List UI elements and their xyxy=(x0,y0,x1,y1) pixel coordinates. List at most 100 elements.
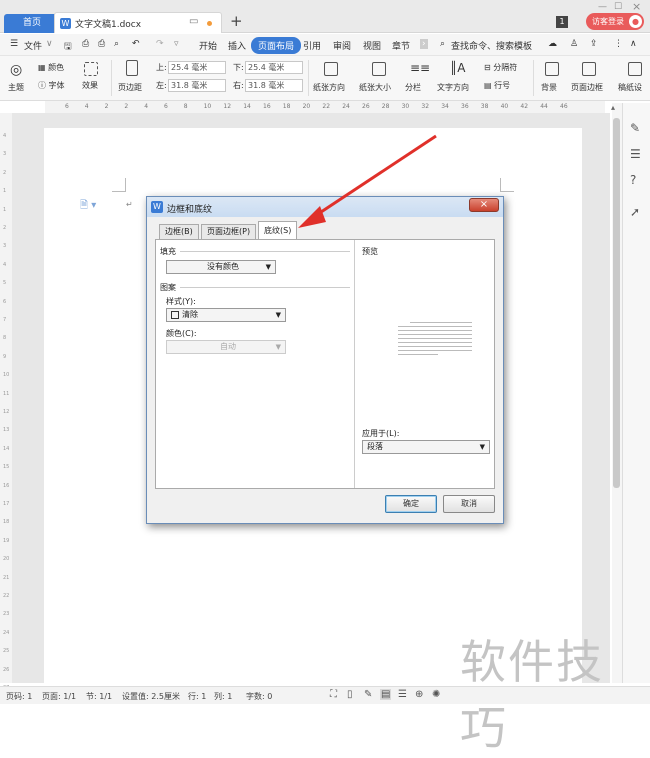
pen-icon[interactable]: ✎ xyxy=(630,121,640,135)
close-window-button[interactable]: × xyxy=(632,0,641,13)
ruler-tick-label: 22 xyxy=(322,103,331,110)
line-number-label: 行号 xyxy=(494,81,511,90)
menu-review[interactable]: 审阅 xyxy=(333,39,351,52)
scroll-up-icon[interactable]: ▴ xyxy=(611,103,615,112)
print-icon[interactable]: ⎙ xyxy=(98,39,105,49)
preview-line xyxy=(398,330,472,331)
paper-setting-button[interactable]: 稿纸设 xyxy=(618,82,642,93)
search-icon[interactable]: ⌕ xyxy=(440,39,445,49)
fullscreen-icon[interactable]: ⛶ xyxy=(330,689,337,700)
style-select[interactable]: 清除 ▼ xyxy=(166,308,286,322)
effect-button[interactable]: 效果 xyxy=(82,80,98,91)
more-vertical-icon[interactable]: ⋮ xyxy=(614,39,623,49)
ruler-tick-label: 25 xyxy=(3,648,10,655)
menu-chapter[interactable]: 章节 xyxy=(392,39,410,52)
ruler-tick-label: 32 xyxy=(421,103,430,110)
cursor-select-icon[interactable]: ➚ xyxy=(630,205,640,219)
theme-button[interactable]: 主题 xyxy=(8,82,24,93)
restore-button[interactable]: ☐ xyxy=(614,2,622,12)
chevron-down-icon: ▼ xyxy=(275,343,281,351)
menu-insert[interactable]: 插入 xyxy=(228,39,246,52)
scroll-right-icon[interactable]: › xyxy=(420,39,428,49)
eye-protect-icon[interactable]: ✺ xyxy=(432,689,440,700)
horizontal-ruler[interactable]: 6 4 2 2 4 6 8 10 12 14 16 18 20 22 24 26 28 30 32 34 36 38 40 4… xyxy=(45,101,605,113)
top-margin-input[interactable]: 25.4 毫米 xyxy=(168,61,226,74)
theme-icon[interactable]: ◎ xyxy=(10,62,22,78)
menu-file[interactable]: 文件 xyxy=(24,39,42,52)
ruler-tick-label: 24 xyxy=(3,629,10,636)
ruler-tick-label: 42 xyxy=(520,103,529,110)
menu-page-layout[interactable]: 页面布局 xyxy=(251,37,302,54)
menu-start[interactable]: 开始 xyxy=(199,39,217,52)
undo-icon[interactable]: ↶ xyxy=(132,39,140,49)
minimize-button[interactable]: — xyxy=(598,2,607,12)
search-command[interactable]: 查找命令、搜索模板 xyxy=(451,39,532,52)
dialog-close-button[interactable]: × xyxy=(469,198,499,212)
tab-borders[interactable]: 边框(B) xyxy=(159,224,199,240)
right-margin-input[interactable]: 31.8 毫米 xyxy=(245,79,303,92)
color-button[interactable]: ▦ 颜色 xyxy=(38,62,64,73)
fill-color-select[interactable]: 没有颜色 ▼ xyxy=(166,260,276,274)
chevron-down-icon: ▼ xyxy=(479,443,485,451)
window-count-badge[interactable]: 1 xyxy=(556,16,568,28)
outline-view-icon[interactable]: ☰ xyxy=(398,689,407,700)
columns-button[interactable]: 分栏 xyxy=(405,82,421,93)
paper-size-button[interactable]: 纸张大小 xyxy=(359,82,391,93)
read-mode-icon[interactable]: ▯ xyxy=(347,689,353,700)
paragraph-icon[interactable]: 🗎 ▾ xyxy=(80,198,96,215)
separator-button[interactable]: ⊟ 分隔符 xyxy=(484,62,517,73)
monitor-icon[interactable]: ▭ xyxy=(189,16,198,27)
export-pdf-icon[interactable]: ⎙ xyxy=(82,39,89,49)
apply-to-label: 应用于(L): xyxy=(362,429,400,438)
hamburger-icon[interactable]: ☰ xyxy=(10,39,18,49)
tab-page-border[interactable]: 页面边框(P) xyxy=(201,224,257,240)
status-page-code[interactable]: 页码: 1 xyxy=(6,691,32,702)
margins-button[interactable]: 页边距 xyxy=(118,82,142,93)
menu-references[interactable]: 引用 xyxy=(303,39,321,52)
cloud-icon[interactable]: ☁ xyxy=(548,39,557,49)
save-icon[interactable]: 🖫 xyxy=(64,39,72,55)
print-preview-icon[interactable]: ⌕ xyxy=(114,39,119,49)
home-tab[interactable]: 首页 xyxy=(4,14,60,33)
preview-line xyxy=(398,354,438,355)
share-icon[interactable]: ⇪ xyxy=(590,39,598,49)
cancel-button[interactable]: 取消 xyxy=(443,495,495,513)
edit-pen-icon[interactable]: ✎ xyxy=(364,689,372,700)
ruler-tick-label: 9 xyxy=(3,353,7,360)
left-margin-input[interactable]: 31.8 毫米 xyxy=(168,79,226,92)
help-icon[interactable]: ? xyxy=(630,173,636,187)
page-view-icon[interactable]: ▤ xyxy=(380,689,392,700)
background-button[interactable]: 背景 xyxy=(541,82,557,93)
tab-shading[interactable]: 底纹(S) xyxy=(258,221,298,241)
settings-sliders-icon[interactable]: ☰ xyxy=(630,147,641,161)
vertical-ruler[interactable]: 4 3 2 1 1 2 3 4 5 6 7 8 9 10 11 12 13 14 15 16 17 18 19 20 21 22 2… xyxy=(0,113,12,691)
web-view-icon[interactable]: ⊕ xyxy=(415,689,423,700)
visitor-login-label: 访客登录 xyxy=(592,17,624,26)
menu-view[interactable]: 视图 xyxy=(363,39,381,52)
borders-shading-dialog: W 边框和底纹 × 边框(B) 页面边框(P) 底纹(S) 填充 没有颜色 ▼ 图… xyxy=(146,196,504,524)
font-button[interactable]: ⓘ 字体 xyxy=(38,80,65,91)
new-tab-button[interactable]: + xyxy=(230,12,243,30)
apply-to-select[interactable]: 段落 ▼ xyxy=(362,440,490,454)
orientation-button[interactable]: 纸张方向 xyxy=(313,82,345,93)
share-user-icon[interactable]: ♙ xyxy=(570,39,578,49)
more-icon[interactable]: ▿ xyxy=(174,39,179,49)
status-word-count[interactable]: 字数: 0 xyxy=(246,691,272,702)
status-setting[interactable]: 设置值: 2.5厘米 xyxy=(122,691,180,702)
scrollbar-thumb[interactable] xyxy=(613,118,620,488)
ok-button[interactable]: 确定 xyxy=(385,495,437,513)
ruler-tick-label: 1 xyxy=(3,188,7,195)
collapse-ribbon-icon[interactable]: ∧ xyxy=(630,39,637,49)
document-tab[interactable]: W 文字文稿1.docx ▭ xyxy=(54,12,222,33)
bottom-margin-input[interactable]: 25.4 毫米 xyxy=(245,61,303,74)
visitor-login-button[interactable]: 访客登录 ● xyxy=(586,13,644,30)
background-icon xyxy=(545,62,559,76)
chevron-down-icon: ▼ xyxy=(265,263,271,271)
text-direction-button[interactable]: 文字方向 xyxy=(437,82,469,93)
line-number-button[interactable]: ▤ 行号 xyxy=(484,80,510,91)
page-border-button[interactable]: 页面边框 xyxy=(571,82,603,93)
chevron-down-icon[interactable]: ∨ xyxy=(46,39,53,49)
dialog-title-bar[interactable]: W 边框和底纹 × xyxy=(147,197,503,217)
ruler-tick-label: 14 xyxy=(3,445,10,452)
redo-icon[interactable]: ↷ xyxy=(156,39,164,49)
